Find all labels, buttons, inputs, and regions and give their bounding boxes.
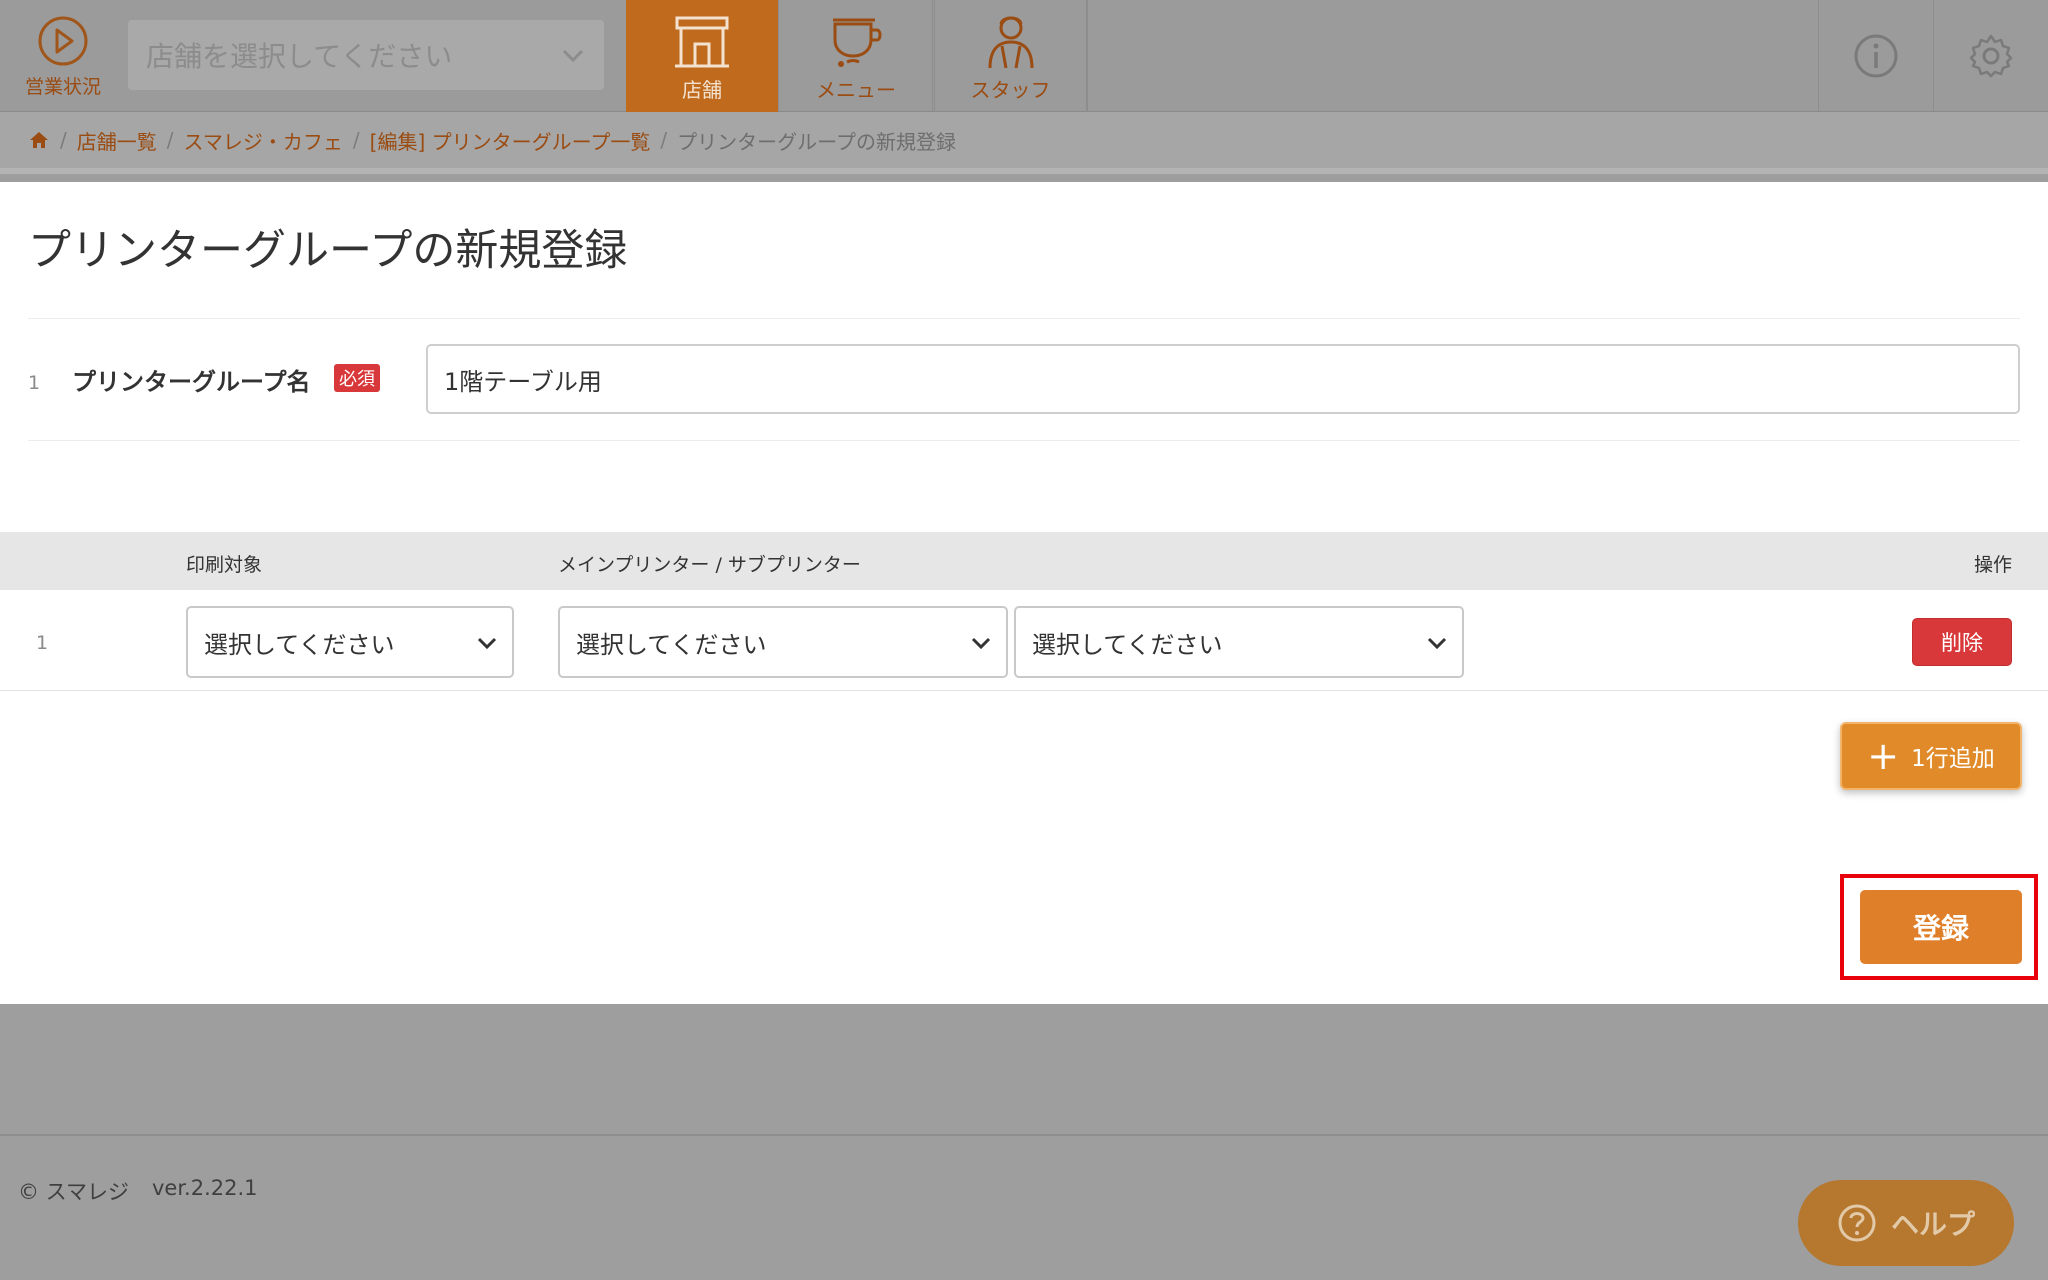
print-target-select-value: 選択してください: [204, 630, 395, 659]
tab-staff[interactable]: スタッフ: [934, 0, 1087, 112]
help-label: ヘルプ: [1890, 1208, 1975, 1241]
info-button[interactable]: [1818, 0, 1932, 112]
print-target-select[interactable]: 選択してください: [186, 606, 514, 678]
chevron-down-icon: [477, 637, 497, 650]
table-row-number: 1: [36, 632, 49, 654]
tab-menu-label: メニュー: [816, 77, 896, 102]
tab-store[interactable]: 店舗: [626, 0, 779, 112]
business-status-button[interactable]: 営業状況: [0, 0, 126, 112]
register-button[interactable]: 登録: [1860, 890, 2022, 964]
staff-person-icon: [988, 16, 1033, 68]
main-printer-select[interactable]: 選択してください: [558, 606, 1008, 678]
main-panel: プリンターグループの新規登録 1 プリンターグループ名 必須 印刷対象 メインプ…: [0, 182, 2048, 1004]
add-row-button[interactable]: + 1行追加: [1840, 722, 2022, 790]
breadcrumb-store[interactable]: スマレジ・カフェ: [184, 126, 343, 155]
breadcrumb-separator: /: [352, 128, 360, 152]
info-icon: [1854, 34, 1897, 78]
help-button[interactable]: ヘルプ: [1798, 1180, 2014, 1266]
question-circle-icon: [1838, 1204, 1876, 1242]
top-navigation-bar: 営業状況 店舗を選択してください 店舗 メニュー スタッフ: [0, 0, 2048, 112]
store-icon: [675, 16, 729, 67]
sub-printer-select-value: 選択してください: [1032, 630, 1223, 659]
page-title: プリンターグループの新規登録: [28, 226, 628, 276]
footer-divider: [0, 1134, 2048, 1136]
header-printers: メインプリンター / サブプリンター: [558, 554, 861, 576]
breadcrumb-separator: /: [60, 128, 67, 152]
field-row-number: 1: [28, 372, 41, 394]
sub-printer-select[interactable]: 選択してください: [1014, 606, 1464, 678]
store-select-placeholder: 店舗を選択してください: [146, 40, 453, 73]
tab-staff-label: スタッフ: [970, 77, 1051, 102]
business-status-label: 営業状況: [24, 75, 101, 98]
store-select[interactable]: 店舗を選択してください: [128, 20, 604, 90]
divider: [28, 440, 2020, 441]
play-circle-icon: [38, 16, 88, 65]
gear-icon: [1969, 34, 2012, 78]
breadcrumb-current: プリンターグループの新規登録: [677, 129, 956, 154]
table-header: 印刷対象 メインプリンター / サブプリンター 操作: [0, 532, 2048, 590]
settings-button[interactable]: [1933, 0, 2047, 112]
coffee-cup-icon: [833, 18, 882, 67]
add-row-label: 1行追加: [1911, 746, 1995, 772]
home-icon[interactable]: [28, 129, 50, 151]
breadcrumb-separator: /: [166, 128, 174, 152]
chevron-down-icon: [562, 49, 584, 63]
required-badge: 必須: [334, 364, 380, 392]
delete-row-button[interactable]: 削除: [1912, 618, 2012, 666]
breadcrumb-store-list[interactable]: 店舗一覧: [77, 126, 157, 155]
version-text: ver.2.22.1: [152, 1176, 258, 1200]
header-print-target: 印刷対象: [186, 554, 263, 576]
table-row-divider: [0, 690, 2048, 691]
breadcrumb-printer-group-list[interactable]: [編集] プリンターグループ一覧: [370, 126, 651, 155]
main-printer-select-value: 選択してください: [576, 630, 767, 659]
chevron-down-icon: [971, 637, 991, 650]
breadcrumb-separator: /: [660, 128, 668, 152]
breadcrumb: / 店舗一覧 / スマレジ・カフェ / [編集] プリンターグループ一覧 / プ…: [0, 112, 2048, 174]
header-operation: 操作: [1973, 554, 2012, 576]
copyright-text: © スマレジ: [18, 1180, 130, 1204]
tab-menu[interactable]: メニュー: [780, 0, 933, 112]
divider: [28, 318, 2020, 319]
plus-icon: +: [1867, 734, 1900, 778]
chevron-down-icon: [1427, 637, 1447, 650]
printer-group-name-label: プリンターグループ名: [72, 368, 311, 396]
tab-divider: [1087, 0, 1088, 112]
tab-store-label: 店舗: [682, 77, 722, 102]
printer-group-name-input[interactable]: [426, 344, 2020, 414]
